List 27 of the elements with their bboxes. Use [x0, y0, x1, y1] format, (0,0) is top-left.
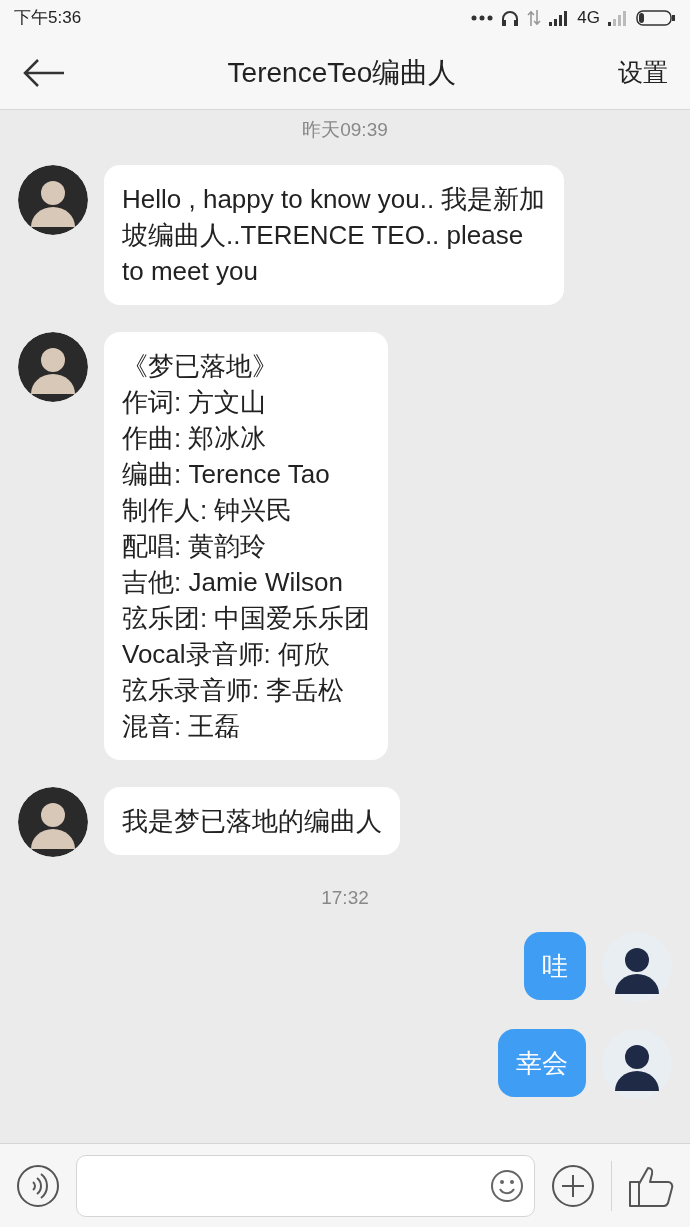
- timestamp: 昨天09:39: [302, 119, 388, 140]
- emoji-icon[interactable]: [490, 1168, 524, 1203]
- message-bubble: Hello , happy to know you.. 我是新加坡编曲人..TERENCE TEO.. please to meet you: [104, 164, 564, 305]
- data-arrows-icon: [527, 10, 542, 26]
- message-bubble: 幸会: [498, 1029, 586, 1097]
- message-input[interactable]: [76, 1154, 535, 1217]
- signal-icon: [608, 10, 628, 26]
- message-bubble: 我是梦已落地的编曲人: [104, 786, 400, 855]
- signal-icon: [549, 10, 570, 26]
- avatar[interactable]: [602, 932, 672, 1002]
- avatar[interactable]: [602, 1029, 672, 1099]
- message-bubble: 《梦已落地》 作词: 方文山 作曲: 郑冰冰 编曲: Terence Tao 制作人: 钟兴民 配唱: 黄韵玲 吉他: Jamie Wilson 弦乐团: 中国爱乐乐团 Vocal录音师: 何欣 弦乐录音师: 李岳松 混音: 王磊: [104, 331, 389, 760]
- battery-icon: [636, 10, 676, 26]
- settings-link[interactable]: 设置: [618, 53, 668, 92]
- more-icon: [471, 15, 494, 21]
- timestamp: 17:32: [321, 886, 369, 908]
- headphones-icon: [501, 10, 520, 26]
- avatar[interactable]: [18, 786, 88, 857]
- voice-icon[interactable]: [16, 1163, 60, 1208]
- plus-icon[interactable]: [551, 1163, 595, 1208]
- network-label: 4G: [577, 7, 600, 30]
- status-time: 下午5:36: [14, 7, 82, 30]
- message-bubble: 哇: [524, 932, 586, 1000]
- back-arrow-icon[interactable]: [22, 57, 66, 88]
- avatar[interactable]: [18, 164, 88, 235]
- avatar[interactable]: [18, 331, 88, 402]
- chat-title: TerenceTeo编曲人: [227, 55, 457, 90]
